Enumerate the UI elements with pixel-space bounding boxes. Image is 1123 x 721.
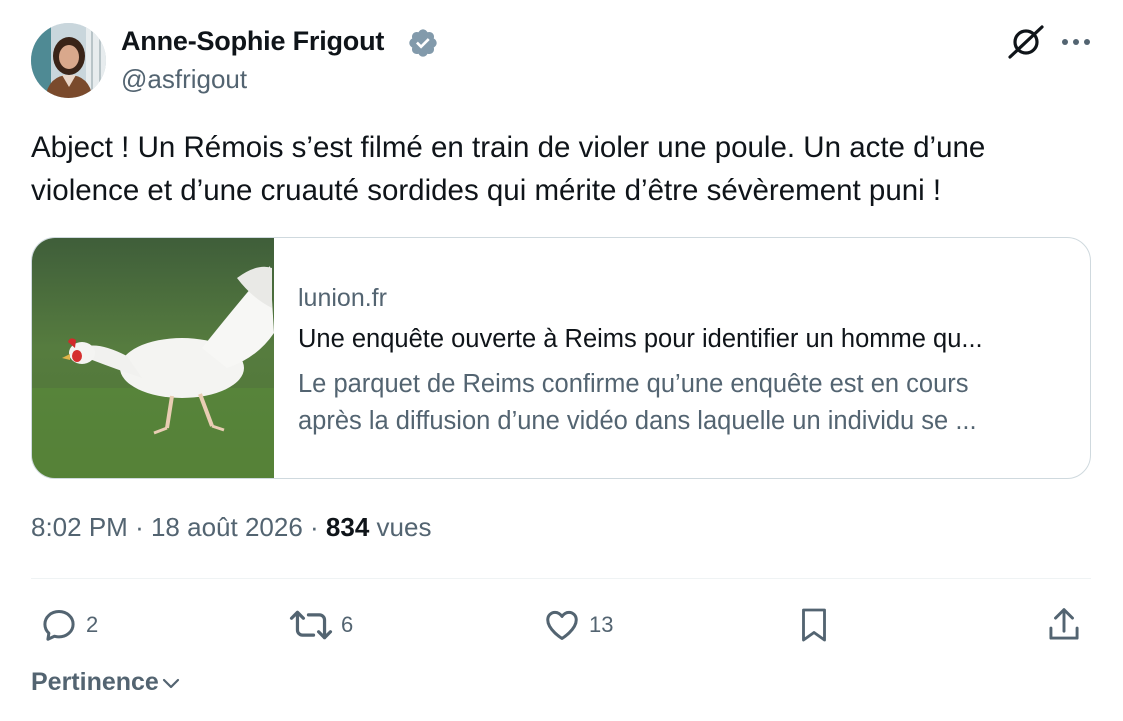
link-domain: lunion.fr xyxy=(298,284,387,312)
meta-separator: · xyxy=(310,512,319,542)
more-options-button[interactable] xyxy=(1058,22,1094,62)
link-description-line-2: après la diffusion d’une vidéo dans laqu… xyxy=(298,407,977,435)
views-label: vues xyxy=(376,512,432,542)
grok-button[interactable] xyxy=(1006,22,1046,62)
repost-icon xyxy=(289,610,333,640)
repost-button[interactable]: 6 xyxy=(289,604,353,646)
author-avatar[interactable] xyxy=(31,23,106,98)
bookmark-icon xyxy=(802,608,826,642)
link-preview-card[interactable]: lunion.fr Une enquête ouverte à Reims po… xyxy=(31,237,1091,479)
link-description: Le parquet de Reims confirme qu’une enqu… xyxy=(298,366,1078,440)
divider xyxy=(31,578,1091,579)
replies-sort-label: Pertinence xyxy=(31,668,159,696)
tweet-text: Abject ! Un Rémois s’est filmé en train … xyxy=(31,131,986,207)
author-name[interactable]: Anne-Sophie Frigout xyxy=(121,26,384,57)
avatar-image xyxy=(31,23,106,98)
heart-icon xyxy=(546,610,578,640)
bookmark-button[interactable] xyxy=(796,604,832,646)
link-description-line-1: Le parquet de Reims confirme qu’une enqu… xyxy=(298,370,969,398)
views-count: 834 xyxy=(325,512,370,542)
link-preview-image xyxy=(32,238,274,478)
reply-count: 2 xyxy=(86,612,99,637)
share-icon xyxy=(1049,608,1079,640)
author-handle[interactable]: @asfrigout xyxy=(121,64,247,95)
tweet-meta: 8:02 PM · 18 août 2026 · 834 vues xyxy=(31,512,431,543)
verified-badge-icon[interactable] xyxy=(407,27,439,59)
like-count: 13 xyxy=(589,612,614,637)
tweet-time[interactable]: 8:02 PM xyxy=(31,512,128,542)
meta-separator: · xyxy=(135,512,144,542)
like-button[interactable]: 13 xyxy=(543,604,613,646)
reply-button[interactable]: 2 xyxy=(40,604,98,646)
replies-sort-dropdown[interactable]: Pertinence xyxy=(31,668,183,697)
reply-icon xyxy=(43,610,75,641)
share-button[interactable] xyxy=(1045,604,1083,646)
tweet-date[interactable]: 18 août 2026 xyxy=(151,512,303,542)
chevron-down-icon xyxy=(162,678,179,688)
more-horizontal-icon xyxy=(1062,39,1090,45)
grok-slash-icon xyxy=(1008,25,1044,59)
link-title: Une enquête ouverte à Reims pour identif… xyxy=(298,325,983,353)
repost-count: 6 xyxy=(341,612,354,637)
